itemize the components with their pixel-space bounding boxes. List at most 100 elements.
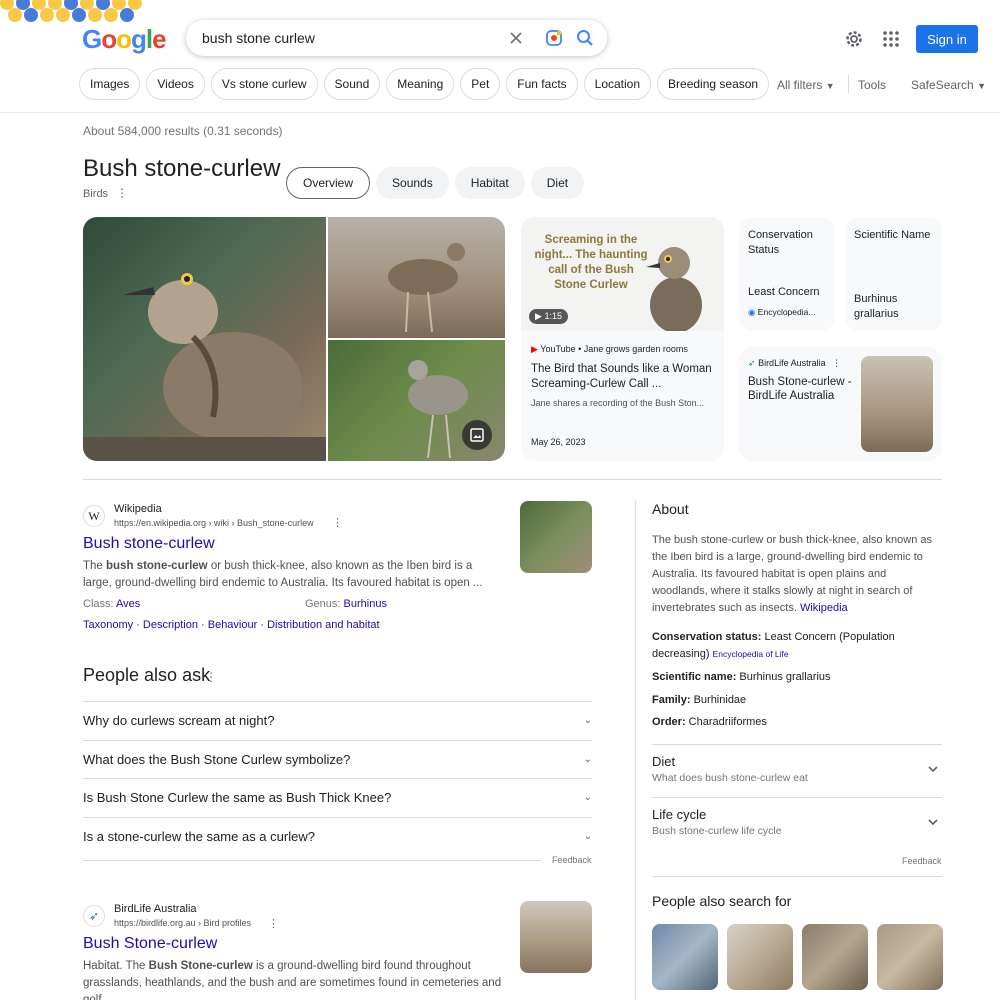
- feedback-link[interactable]: Feedback: [552, 855, 592, 865]
- conservation-status-card[interactable]: Conservation Status Least Concern ◉ Ency…: [739, 217, 835, 331]
- safesearch-dropdown[interactable]: SafeSearch ▼: [911, 78, 986, 92]
- class-link[interactable]: Aves: [116, 598, 140, 610]
- video-source: ▶ YouTube • Jane grows garden rooms: [531, 344, 688, 355]
- birdlife-image: [861, 356, 933, 452]
- video-thumbnail: Screaming in the night... The haunting c…: [521, 217, 724, 331]
- life-cycle-section[interactable]: Life cycle Bush stone-curlew life cycle: [652, 797, 942, 850]
- chip-breeding-season[interactable]: Breeding season: [657, 68, 770, 100]
- chip-vs-stone-curlew[interactable]: Vs stone curlew: [210, 68, 318, 100]
- scientific-name-label: Scientific Name: [854, 229, 931, 241]
- life-cycle-title: Life cycle: [652, 807, 707, 822]
- chip-sound[interactable]: Sound: [323, 68, 381, 100]
- birdlife-source: ➶ BirdLife Australia ⋮: [748, 358, 841, 369]
- genus-fact: Genus: Burhinus: [305, 598, 387, 610]
- paa-question-text: What does the Bush Stone Curlew symboliz…: [83, 751, 351, 767]
- result-thumbnail[interactable]: [520, 501, 592, 573]
- result-site-name: BirdLife Australia: [114, 903, 197, 915]
- more-options-icon[interactable]: ⋮: [832, 358, 841, 368]
- paa-question[interactable]: Is Bush Stone Curlew the same as Bush Th…: [83, 778, 592, 817]
- chip-meaning[interactable]: Meaning: [386, 68, 455, 100]
- apps-grid-icon[interactable]: [882, 30, 900, 48]
- sitelink-taxonomy[interactable]: Taxonomy: [83, 619, 133, 631]
- all-filters-dropdown[interactable]: All filters ▼: [777, 78, 835, 92]
- search-icon[interactable]: [575, 28, 595, 48]
- about-heading: About: [652, 501, 689, 517]
- section-divider: [83, 479, 942, 480]
- sitelink-behaviour[interactable]: Behaviour: [208, 619, 258, 631]
- wikipedia-link[interactable]: Wikipedia: [800, 602, 848, 614]
- diet-section[interactable]: Diet What does bush stone-curlew eat: [652, 744, 942, 797]
- paa-question[interactable]: What does the Bush Stone Curlew symboliz…: [83, 739, 592, 779]
- all-filters-label: All filters: [777, 78, 823, 92]
- more-options-icon[interactable]: ⋮: [332, 516, 343, 529]
- result-snippet: Habitat. The Bush Stone-curlew is a grou…: [83, 958, 513, 1000]
- eol-link[interactable]: Encyclopedia of Life: [713, 649, 789, 659]
- lens-icon[interactable]: [544, 28, 564, 48]
- snippet-text: The: [83, 560, 107, 572]
- view-images-button[interactable]: [462, 420, 492, 450]
- tools-button[interactable]: Tools: [858, 78, 886, 92]
- chevron-down-icon: [928, 766, 938, 773]
- related-bird-image[interactable]: [727, 924, 793, 990]
- result-snippet: The bush stone-curlew or bush thick-knee…: [83, 558, 498, 592]
- tab-overview[interactable]: Overview: [286, 167, 371, 199]
- video-card[interactable]: Screaming in the night... The haunting c…: [521, 217, 724, 461]
- bird-image-main[interactable]: [83, 217, 326, 461]
- search-box[interactable]: bush stone curlew: [186, 20, 607, 56]
- chip-videos[interactable]: Videos: [146, 68, 205, 100]
- image-icon: [470, 428, 484, 442]
- people-also-search-heading: People also search for: [652, 893, 792, 909]
- chevron-down-icon: ⌄: [583, 830, 592, 842]
- globe-icon: ◉: [748, 307, 756, 317]
- video-title[interactable]: The Bird that Sounds like a Woman Scream…: [531, 362, 717, 392]
- chip-location[interactable]: Location: [583, 68, 652, 100]
- snippet-bold: bush stone-curlew: [106, 560, 208, 572]
- chip-images[interactable]: Images: [79, 68, 141, 100]
- related-bird-image[interactable]: [877, 924, 943, 990]
- fact-value: Charadriiformes: [685, 716, 767, 728]
- snippet-bold: Bush Stone-curlew: [148, 960, 253, 972]
- google-logo[interactable]: Google: [82, 24, 167, 55]
- birdlife-card[interactable]: ➶ BirdLife Australia ⋮ Bush Stone-curlew…: [739, 347, 942, 461]
- video-thumbnail-text: Screaming in the night... The haunting c…: [534, 234, 648, 291]
- play-icon: ▶: [535, 311, 542, 321]
- result-title-link[interactable]: Bush stone-curlew: [83, 535, 215, 553]
- search-input[interactable]: bush stone curlew: [202, 30, 315, 46]
- fact-value: Burhinus grallarius: [736, 671, 831, 683]
- paa-heading: People also ask: [83, 665, 211, 685]
- doodle-banner[interactable]: [0, 0, 150, 26]
- conservation-status-label: Conservation Status: [748, 229, 813, 256]
- conservation-source: ◉ Encyclopedia...: [748, 307, 815, 318]
- scientific-name-card[interactable]: Scientific Name Burhinus grallarius: [845, 217, 942, 331]
- paa-question[interactable]: Why do curlews scream at night? ⌄: [83, 701, 592, 740]
- wikipedia-favicon: W: [83, 505, 105, 527]
- tab-diet[interactable]: Diet: [530, 167, 585, 199]
- bird-image-2[interactable]: [328, 217, 505, 338]
- chip-pet[interactable]: Pet: [460, 68, 501, 100]
- snippet-text: Habitat. The: [83, 960, 149, 972]
- result-thumbnail[interactable]: [520, 901, 592, 973]
- genus-link[interactable]: Burhinus: [344, 598, 387, 610]
- clear-icon[interactable]: [506, 28, 526, 48]
- more-options-icon[interactable]: ⋮: [116, 186, 128, 200]
- sitelink-description[interactable]: Description: [143, 619, 198, 631]
- youtube-icon: ▶: [531, 344, 538, 354]
- tab-sounds[interactable]: Sounds: [376, 167, 449, 199]
- related-bird-image[interactable]: [802, 924, 868, 990]
- chip-fun-facts[interactable]: Fun facts: [506, 68, 578, 100]
- fact-label: Family:: [652, 694, 691, 706]
- sitelink-distribution[interactable]: Distribution and habitat: [267, 619, 380, 631]
- result-title-link[interactable]: Bush Stone-curlew: [83, 935, 217, 953]
- more-options-icon[interactable]: ⋮: [268, 917, 279, 930]
- paa-question[interactable]: Is a stone-curlew the same as a curlew? ⌄: [83, 816, 592, 856]
- feedback-link[interactable]: Feedback: [902, 856, 942, 866]
- chevron-down-icon: ⌄: [583, 715, 592, 727]
- tab-habitat[interactable]: Habitat: [454, 167, 525, 199]
- fact-value: Burhinidae: [690, 694, 747, 706]
- related-bird-image[interactable]: [652, 924, 718, 990]
- settings-gear-icon[interactable]: [844, 29, 864, 49]
- video-date: May 26, 2023: [531, 437, 586, 447]
- sign-in-button[interactable]: Sign in: [916, 25, 978, 53]
- more-options-icon[interactable]: ⋮: [205, 670, 217, 684]
- results-count: About 584,000 results (0.31 seconds): [83, 124, 283, 138]
